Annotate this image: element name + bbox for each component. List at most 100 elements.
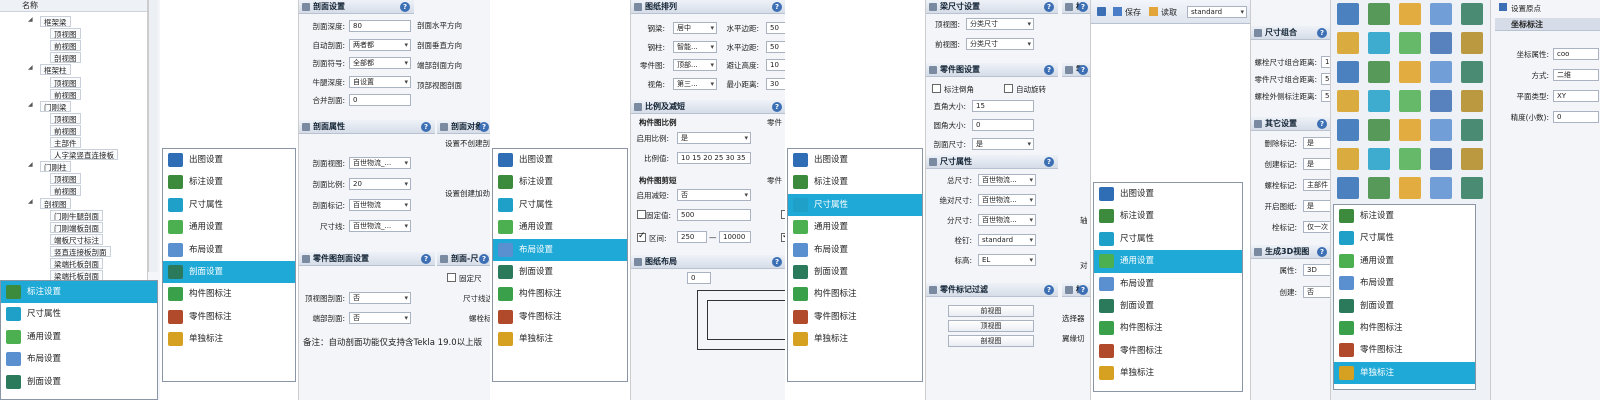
menu-item[interactable]: 通用设置 [1,326,157,348]
help-icon[interactable]: ? [1078,65,1088,75]
group-header[interactable]: 剖面-尺? [437,252,490,266]
menu-item[interactable]: 剖面设置 [1334,295,1475,317]
tool-icon[interactable] [1368,90,1390,112]
tree-node[interactable]: 梁端托板剖面 [50,258,103,269]
field-input[interactable]: 是 [1303,200,1330,212]
tool-icon[interactable] [1399,61,1421,83]
tree-node[interactable]: 前视图 [50,124,81,136]
tool-icon[interactable] [1368,61,1390,83]
tree-node[interactable]: 门刚柱 [40,161,71,173]
tool-icon[interactable] [1461,148,1483,170]
menu-item[interactable]: 尺寸属性 [1094,228,1242,250]
tool-icon[interactable] [1337,32,1359,54]
field-input[interactable]: 10 15 20 25 30 35 [677,152,751,164]
group-header[interactable]: 零件图剖面设置? [299,252,435,266]
help-icon[interactable]: ? [1044,65,1054,75]
range-max-input[interactable]: 10000 [719,231,751,243]
tool-icon[interactable] [1430,177,1452,199]
collapse-icon[interactable]: ◢ [28,16,33,23]
help-icon[interactable]: ? [1317,119,1327,129]
group-header[interactable]: 剖面设置? [299,0,414,14]
fixed-size-checkbox[interactable] [447,273,456,282]
tree-node[interactable]: 剖视图 [40,197,71,209]
field-input[interactable]: 第三... [673,77,717,90]
tree-scrollbar[interactable] [148,0,158,272]
menu-item[interactable]: 零件图标注 [1334,339,1475,361]
field-input[interactable]: 0 [349,94,411,106]
preset-combo[interactable]: standard [1187,6,1247,18]
tool-icon[interactable] [1368,148,1390,170]
help-icon[interactable]: ? [1044,2,1054,12]
help-icon[interactable]: ? [1078,285,1088,295]
field-input[interactable]: 50 [1321,73,1330,85]
field-input[interactable]: 否 [677,189,751,201]
tool-icon[interactable] [1430,61,1452,83]
group-header[interactable]: 剖面对象? [437,120,490,134]
range-min-input[interactable]: 250 [677,231,707,243]
collapse-icon[interactable]: ◢ [28,64,33,71]
tree-node[interactable]: 前视图 [50,88,81,100]
tool-icon[interactable] [1399,32,1421,54]
tree-node[interactable]: 竖直连接板剖面 [50,245,111,257]
menu-item[interactable]: 零件图标注 [788,306,922,328]
field-input[interactable]: 居中 [673,22,717,34]
tool-icon[interactable] [1461,3,1483,25]
tree-node[interactable]: 门刚梁 [40,100,71,112]
menu-item[interactable]: 通用设置 [1334,250,1475,272]
field-input[interactable]: coo [1553,48,1599,60]
field-input[interactable]: 0 [972,119,1034,131]
help-icon[interactable]: ? [421,122,431,132]
field-input[interactable]: 顶部... [673,59,717,71]
field-input[interactable]: 百世物流_... [349,220,411,232]
help-icon[interactable]: ? [1317,247,1327,257]
tree-node[interactable]: 框架梁 [40,16,71,27]
menu-item[interactable]: 出图设置 [1094,183,1242,205]
range-checkbox[interactable] [637,231,646,242]
field-input[interactable]: 3D [1303,264,1330,276]
help-icon[interactable]: ? [421,254,431,264]
menu-item[interactable]: 零件图标注 [163,306,295,328]
field-input[interactable]: 百世物流... [978,174,1036,186]
group-header[interactable]: 柱? [1062,0,1090,14]
tool-icon[interactable] [1399,177,1421,199]
menu-item[interactable]: 出图设置 [163,149,295,171]
tree-node[interactable]: 人字梁竖直连接板 [50,149,118,161]
group-header[interactable]: 比例及减短? [631,100,785,114]
menu-item[interactable]: 出图设置 [493,149,627,171]
group-header[interactable]: 剖面属性? [299,120,435,134]
tool-icon[interactable] [1337,61,1359,83]
field-input[interactable]: 分类尺寸 [966,38,1034,50]
pin-icon[interactable] [1097,7,1106,16]
field-input[interactable]: 50 [766,40,785,53]
menu-item[interactable]: 标注设置 [163,171,295,193]
tool-icon[interactable] [1399,148,1421,170]
field-input[interactable]: 10 [1321,56,1330,68]
help-icon[interactable]: ? [1078,2,1088,12]
help-icon[interactable]: ? [479,122,489,132]
save-button[interactable]: 保存 [1125,7,1141,18]
menu-item[interactable]: 布局设置 [788,239,922,261]
field-input[interactable]: 20 [349,178,411,190]
group-header[interactable]: 尺寸属性? [926,155,1058,169]
tree-node[interactable]: 框架柱 [40,64,71,76]
menu-item[interactable]: 布局设置 [493,238,627,261]
menu-item[interactable]: 通用设置 [493,216,627,238]
menu-item[interactable]: 出图设置 [788,149,922,171]
tree-node[interactable]: 主部件 [50,137,81,148]
field-input[interactable]: 否 [349,312,411,324]
view-filter-button[interactable]: 剖视图 [948,335,1034,347]
field-input[interactable]: 二维 [1553,69,1599,81]
tree-node[interactable]: 顶视图 [50,112,81,124]
menu-item[interactable]: 构件图标注 [163,283,295,305]
group-header[interactable]: 生成3D视图? [1251,245,1330,259]
menu-item[interactable]: 剖面设置 [1094,295,1242,317]
field-input[interactable]: 50 [1321,90,1330,102]
menu-item[interactable]: 零件图标注 [493,306,627,328]
field-input[interactable]: 两者都 [349,38,411,51]
field-input[interactable]: 0 [1553,111,1599,123]
tool-icon[interactable] [1430,90,1452,112]
field-input[interactable]: 智能... [673,40,717,53]
menu-item[interactable]: 构件图标注 [788,283,922,305]
field-input[interactable]: 百世物流... [978,214,1036,226]
tool-icon[interactable] [1368,3,1390,25]
